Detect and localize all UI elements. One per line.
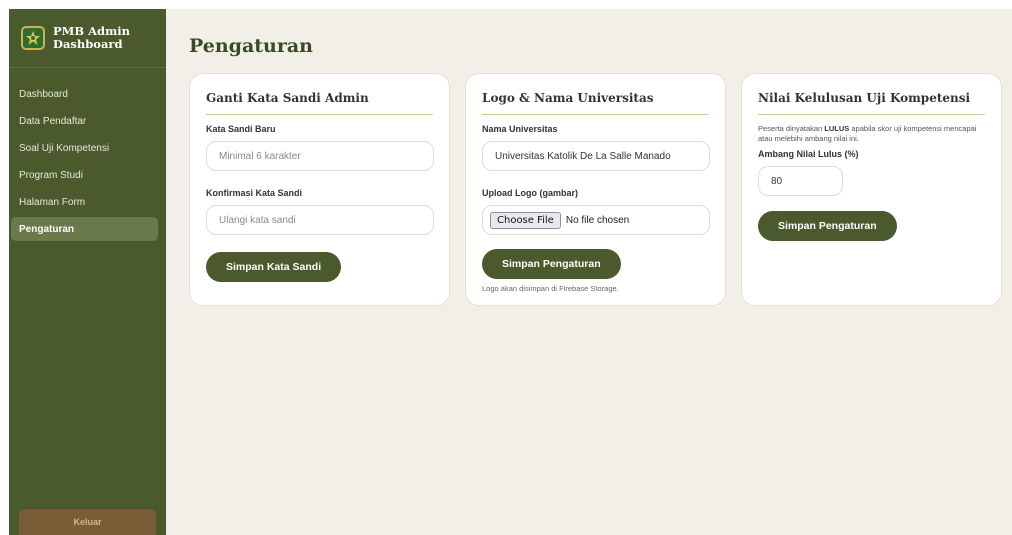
pass-threshold-description: Peserta dinyatakan LULUS apabila skor uj…: [758, 124, 985, 143]
university-card: Logo & Nama Universitas Nama Universitas…: [465, 73, 726, 306]
save-password-button[interactable]: Simpan Kata Sandi: [206, 252, 342, 282]
sidebar-item-pengaturan[interactable]: Pengaturan: [11, 217, 158, 241]
university-logo-icon: [21, 26, 45, 50]
upload-logo-label: Upload Logo (gambar): [482, 188, 578, 198]
desc-bold: LULUS: [824, 124, 850, 133]
settings-cards: Ganti Kata Sandi Admin Kata Sandi Baru K…: [189, 73, 1002, 306]
university-card-title: Logo & Nama Universitas: [482, 91, 709, 115]
choose-file-button[interactable]: Choose File: [490, 211, 561, 229]
new-password-input[interactable]: [206, 141, 434, 171]
threshold-label: Ambang Nilai Lulus (%): [758, 149, 859, 159]
new-password-label: Kata Sandi Baru: [206, 124, 276, 134]
sidebar-item-soal-uji-kompetensi[interactable]: Soal Uji Kompetensi: [9, 136, 166, 160]
logout-button[interactable]: Keluar: [19, 509, 156, 535]
app-window: PMB Admin Dashboard Dashboard Data Penda…: [9, 9, 1012, 535]
sidebar: PMB Admin Dashboard Dashboard Data Penda…: [9, 9, 166, 535]
university-name-input[interactable]: [482, 141, 710, 171]
logo-file-picker: Choose File No file chosen: [482, 205, 710, 235]
storage-note: Logo akan disimpan di Firebase Storage.: [482, 284, 619, 293]
pass-threshold-card: Nilai Kelulusan Uji Kompetensi Peserta d…: [741, 73, 1002, 306]
sidebar-item-data-pendaftar[interactable]: Data Pendaftar: [9, 109, 166, 133]
brand-title-line2: Dashboard: [53, 37, 123, 51]
pass-threshold-card-title: Nilai Kelulusan Uji Kompetensi: [758, 91, 985, 115]
brand-title: PMB Admin Dashboard: [53, 25, 130, 51]
confirm-password-label: Konfirmasi Kata Sandi: [206, 188, 303, 198]
threshold-input[interactable]: [758, 166, 843, 196]
university-name-label: Nama Universitas: [482, 124, 558, 134]
main-content: Pengaturan Ganti Kata Sandi Admin Kata S…: [166, 9, 1012, 535]
sidebar-nav: Dashboard Data Pendaftar Soal Uji Kompet…: [9, 68, 166, 244]
brand: PMB Admin Dashboard: [9, 9, 166, 68]
sidebar-item-halaman-form[interactable]: Halaman Form: [9, 190, 166, 214]
save-university-button[interactable]: Simpan Pengaturan: [482, 249, 621, 279]
confirm-password-input[interactable]: [206, 205, 434, 235]
desc-pre: Peserta dinyatakan: [758, 124, 825, 133]
save-threshold-button[interactable]: Simpan Pengaturan: [758, 211, 897, 241]
password-card: Ganti Kata Sandi Admin Kata Sandi Baru K…: [189, 73, 450, 306]
file-status: No file chosen: [565, 214, 630, 226]
sidebar-item-dashboard[interactable]: Dashboard: [9, 82, 166, 106]
password-card-title: Ganti Kata Sandi Admin: [206, 91, 433, 115]
page-title: Pengaturan: [189, 35, 314, 57]
sidebar-item-program-studi[interactable]: Program Studi: [9, 163, 166, 187]
